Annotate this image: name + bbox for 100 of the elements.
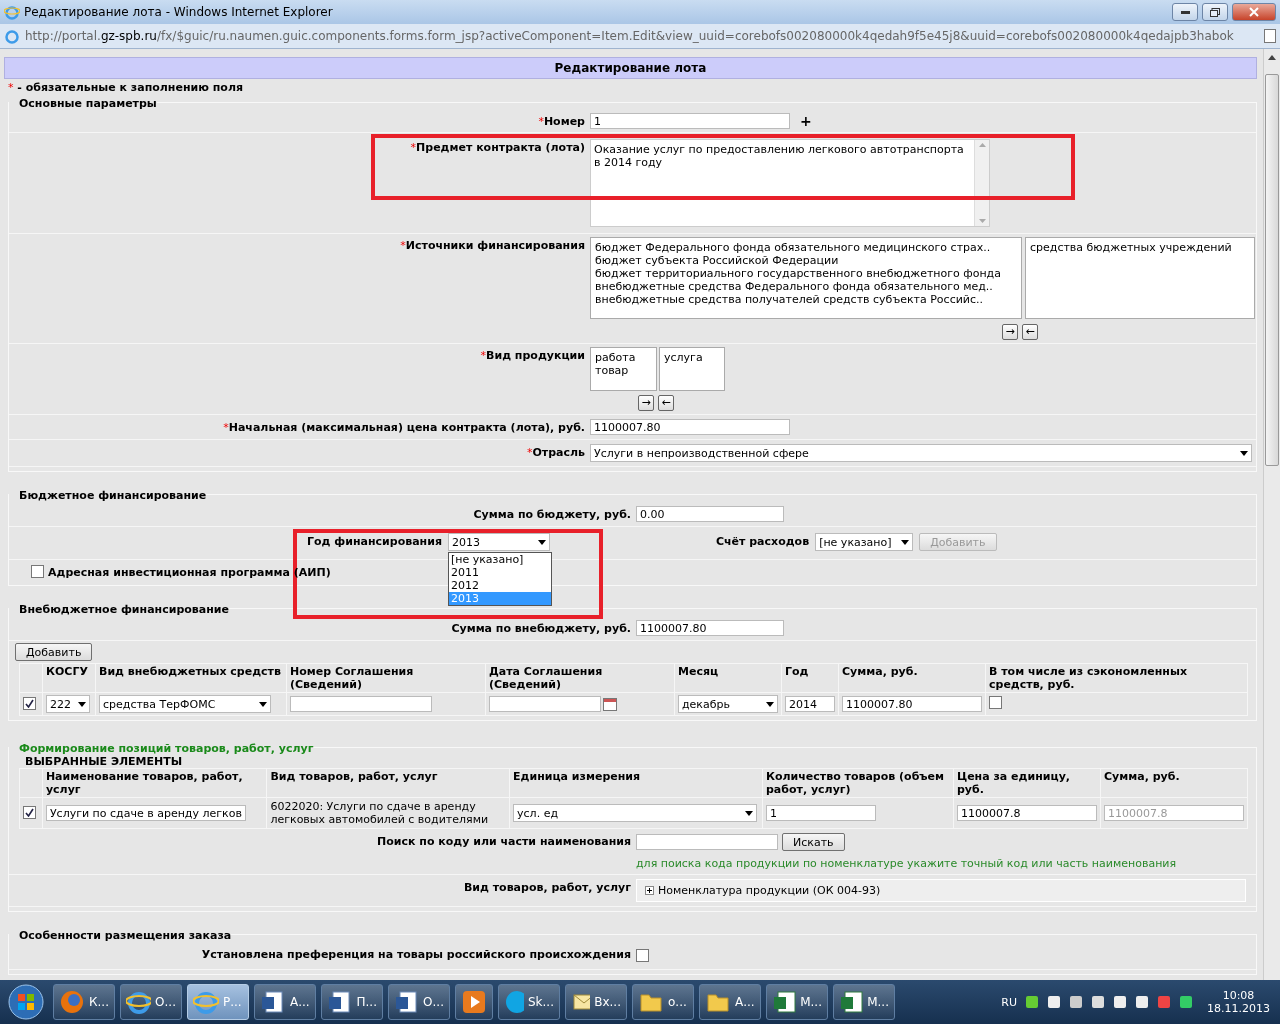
- column-header: В том числе из сэкономленных средств, руб.: [985, 663, 1248, 693]
- list-option[interactable]: бюджет Федерального фонда обязательного медицинского страх..: [595, 241, 1017, 254]
- tray-icon[interactable]: [1025, 995, 1039, 1009]
- field-label: Сумма по внебюджету, руб.: [450, 621, 631, 636]
- browser-icon: [193, 989, 219, 1015]
- column-header: Количество товаров (объем работ, услуг): [762, 768, 954, 798]
- input-field[interactable]: 1100007.80: [590, 419, 790, 435]
- add-button[interactable]: +: [800, 113, 812, 129]
- list-box[interactable]: [590, 237, 1022, 319]
- taskbar-button[interactable]: А...: [254, 984, 316, 1020]
- taskbar-button[interactable]: П...: [321, 984, 383, 1020]
- column-header: КОСГУ: [42, 663, 96, 693]
- input-field[interactable]: [290, 696, 432, 712]
- checkbox[interactable]: [23, 806, 36, 819]
- dropdown[interactable]: Услуги в непроизводственной сфере: [590, 444, 1252, 462]
- tray-icon[interactable]: [1069, 995, 1083, 1009]
- input-field[interactable]: Услуги по сдаче в аренду легков: [45, 805, 246, 821]
- section-title: Формирование позиций товаров, работ, услуг: [9, 742, 314, 755]
- move-left-button[interactable]: ←: [658, 395, 674, 411]
- tree-item[interactable]: Номенклатура продукции (ОК 004-93): [658, 884, 881, 897]
- check-icon: [25, 808, 34, 817]
- taskbar-button[interactable]: о...: [632, 984, 694, 1020]
- browser-icon: [4, 4, 20, 20]
- field-label: *Источники финансирования: [399, 238, 585, 254]
- taskbar-button[interactable]: М...: [766, 984, 828, 1020]
- tray-icon[interactable]: [1179, 995, 1193, 1009]
- input-field[interactable]: 1100007.80: [842, 696, 982, 712]
- dropdown[interactable]: средства ТерФОМС: [99, 695, 271, 713]
- dropdown[interactable]: усл. ед: [513, 804, 758, 822]
- checkbox[interactable]: [23, 697, 36, 710]
- close-button[interactable]: [1232, 3, 1276, 21]
- taskbar-button[interactable]: А...: [699, 984, 761, 1020]
- browser-icon: [126, 989, 152, 1015]
- taskbar-button[interactable]: Вх...: [565, 984, 627, 1020]
- expand-icon[interactable]: [645, 886, 654, 895]
- scroll-thumb[interactable]: [1265, 74, 1279, 466]
- taskbar-button[interactable]: [455, 984, 493, 1020]
- add-button[interactable]: Добавить: [15, 643, 93, 661]
- dropdown[interactable]: [не указано]: [815, 533, 914, 551]
- field-label: Вид товаров, работ, услуг: [462, 880, 631, 896]
- field-label: Сумма по бюджету, руб.: [472, 507, 631, 522]
- list-option[interactable]: работа: [595, 351, 652, 364]
- list-option[interactable]: внебюджетные средства получателей средств субъекта Российс..: [595, 293, 1017, 306]
- list-option[interactable]: услуга: [664, 351, 720, 364]
- dropdown[interactable]: 222: [46, 695, 90, 713]
- calendar-icon[interactable]: [603, 697, 617, 711]
- input-field[interactable]: 1: [766, 805, 876, 821]
- field-label: Установлена преференция на товары российского происхождения: [200, 947, 631, 963]
- section-title: Особенности размещения заказа: [9, 929, 232, 942]
- language-indicator[interactable]: RU: [1001, 995, 1017, 1009]
- maximize-button[interactable]: [1202, 3, 1228, 21]
- close-icon: [1249, 7, 1259, 17]
- input-field[interactable]: 1100007.80: [636, 620, 784, 636]
- input-field[interactable]: 2014: [785, 696, 835, 712]
- tray-icon[interactable]: [1091, 995, 1105, 1009]
- list-option[interactable]: внебюджетные средства Федерального фонда обязательного мед..: [595, 280, 1017, 293]
- search-field[interactable]: [636, 834, 778, 850]
- scroll-up-icon: [1268, 55, 1276, 60]
- checkbox[interactable]: [989, 696, 1002, 709]
- taskbar-button[interactable]: О...: [388, 984, 450, 1020]
- list-box[interactable]: работа товар: [590, 347, 657, 391]
- column-header: Сумма, руб.: [1100, 768, 1248, 798]
- taskbar-button[interactable]: Sk...: [498, 984, 560, 1020]
- taskbar-button[interactable]: М...: [833, 984, 895, 1020]
- dropdown[interactable]: 2013: [447, 533, 550, 551]
- checkbox[interactable]: [636, 949, 649, 962]
- column-header: Вид внебюджетных средств: [95, 663, 287, 693]
- document-icon: [260, 989, 286, 1015]
- page-title: Редактирование лота: [4, 57, 1257, 79]
- field-label: *Номер: [537, 114, 585, 129]
- checkbox[interactable]: [31, 565, 44, 578]
- list-option[interactable]: средства бюджетных учреждений: [1030, 241, 1250, 254]
- input-field[interactable]: 0.00: [636, 506, 784, 522]
- caret-icon: [745, 810, 754, 816]
- input-field[interactable]: 1100007.8: [956, 805, 1097, 821]
- list-box[interactable]: услуга: [659, 347, 725, 391]
- list-option[interactable]: бюджет субъекта Российской Федерации: [595, 254, 1017, 267]
- dropdown[interactable]: декабрь: [678, 695, 778, 713]
- taskbar-button[interactable]: К...: [53, 984, 115, 1020]
- tray-icon[interactable]: [1135, 995, 1149, 1009]
- input-field[interactable]: 1: [590, 113, 790, 129]
- list-option[interactable]: товар: [595, 364, 652, 377]
- text-area[interactable]: Оказание услуг по предоставлению легкового автотранспорта в 2014 году: [590, 139, 990, 227]
- date-field[interactable]: [489, 696, 601, 712]
- list-option[interactable]: бюджет территориального государственного внебюджетного фонда: [595, 267, 1017, 280]
- minimize-button[interactable]: [1172, 3, 1198, 21]
- tray-icon[interactable]: [1047, 995, 1061, 1009]
- search-button[interactable]: Искать: [782, 833, 845, 851]
- column-header: Дата Соглашения (Сведений): [485, 663, 675, 693]
- move-left-button[interactable]: ←: [1022, 324, 1038, 340]
- spreadsheet-icon: [839, 989, 864, 1015]
- tray-icon[interactable]: [1113, 995, 1127, 1009]
- move-right-button[interactable]: →: [1002, 324, 1018, 340]
- section-title: Внебюджетное финансирование: [9, 603, 229, 616]
- subsection-title: ВЫБРАННЫЕ ЭЛЕМЕНТЫ: [24, 755, 184, 768]
- window-title: Редактирование лота - Windows Internet Explorer: [24, 5, 334, 19]
- taskbar-button[interactable]: О...: [120, 984, 182, 1020]
- list-box[interactable]: средства бюджетных учреждений: [1025, 237, 1255, 319]
- field-label: Год финансирования: [307, 534, 442, 548]
- move-right-button[interactable]: →: [638, 395, 654, 411]
